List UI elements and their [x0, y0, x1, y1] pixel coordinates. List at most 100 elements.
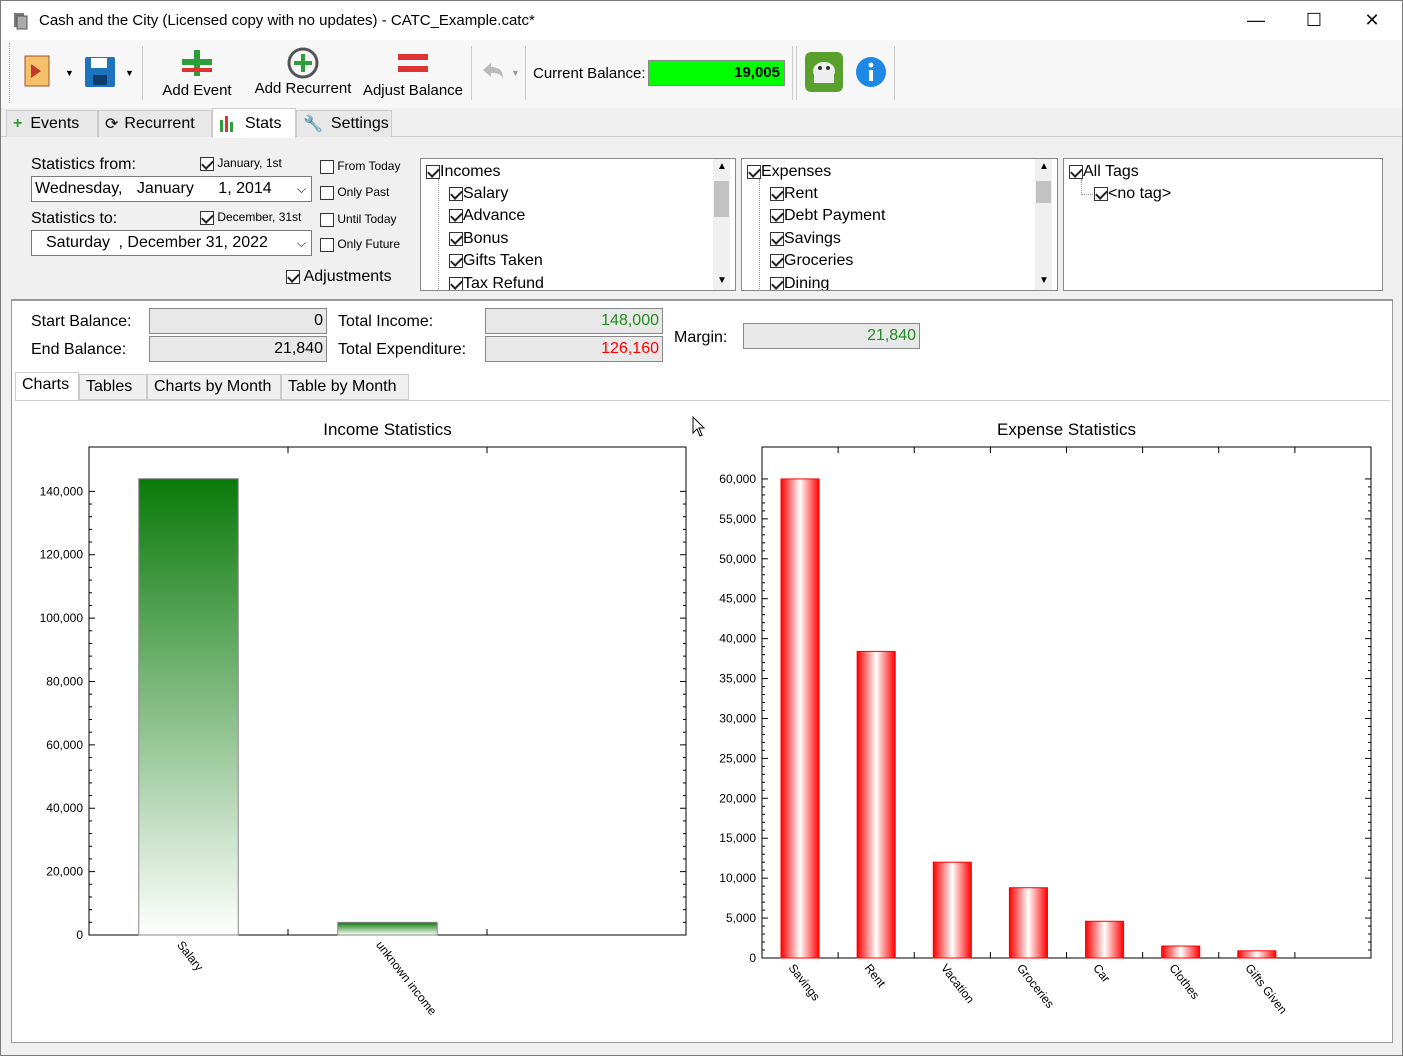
to-date-picker[interactable]: Saturday , December 31, 2022 ⌵ — [31, 230, 312, 256]
expense-item-label: Groceries — [784, 252, 854, 269]
save-dropdown-icon[interactable]: ▼ — [125, 68, 134, 78]
incomes-root-checkbox[interactable] — [426, 164, 440, 179]
undo-dropdown-icon[interactable]: ▼ — [511, 68, 520, 78]
scroll-up-icon[interactable]: ▲ — [717, 161, 727, 172]
adjustments-checkbox[interactable] — [286, 269, 300, 284]
subtab-charts[interactable]: Charts — [15, 372, 79, 400]
from-check[interactable]: January, 1st — [200, 156, 282, 171]
android-icon — [805, 52, 843, 92]
expense-checkbox[interactable] — [770, 253, 784, 268]
income-item[interactable]: Bonus — [449, 230, 508, 248]
expense-checkbox[interactable] — [770, 276, 784, 290]
from-checkbox[interactable] — [200, 156, 214, 171]
expense-item[interactable]: Rent — [770, 185, 818, 203]
total-expenditure-label: Total Expenditure: — [338, 341, 467, 358]
tag-item[interactable]: <no tag> — [1094, 185, 1171, 203]
expense-item[interactable]: Groceries — [770, 252, 853, 270]
add-recurrent-button[interactable]: Add Recurrent — [253, 46, 353, 97]
subtab-tables[interactable]: Tables — [79, 374, 147, 400]
scroll-thumb[interactable] — [1036, 181, 1051, 203]
end-balance-label: End Balance: — [31, 341, 127, 358]
open-dropdown-icon[interactable]: ▼ — [65, 68, 74, 78]
income-checkbox[interactable] — [449, 186, 463, 201]
only-past-option[interactable]: Only Past — [320, 185, 389, 200]
open-button[interactable] — [21, 52, 57, 95]
to-checkbox[interactable] — [200, 210, 214, 225]
expense-checkbox[interactable] — [770, 186, 784, 201]
incomes-tree[interactable]: Incomes Salary Advance Bonus Gifts Taken… — [420, 158, 736, 291]
bar — [138, 478, 239, 936]
income-item[interactable]: Tax Refund — [449, 275, 544, 290]
tab-settings[interactable]: 🔧 Settings — [296, 110, 392, 137]
info-button[interactable] — [855, 56, 887, 93]
expenses-root-label: Expenses — [761, 163, 832, 180]
tags-root-checkbox[interactable] — [1069, 164, 1083, 179]
until-today-option[interactable]: Until Today — [320, 212, 397, 227]
scroll-up-icon[interactable]: ▲ — [1039, 161, 1049, 172]
bar — [780, 478, 820, 959]
income-item[interactable]: Advance — [449, 207, 525, 225]
income-checkbox[interactable] — [449, 231, 463, 246]
income-item[interactable]: Salary — [449, 185, 508, 203]
from-today-option[interactable]: From Today — [320, 159, 400, 174]
until-today-checkbox[interactable] — [320, 212, 334, 227]
expense-item[interactable]: Savings — [770, 230, 841, 248]
to-date-rest: , December 31, 2022 — [118, 234, 268, 251]
incomes-scrollbar[interactable]: ▲ ▼ — [713, 159, 730, 290]
from-date-picker[interactable]: Wednesday, January 1, 2014 ⌵ — [31, 176, 312, 202]
expenses-scrollbar[interactable]: ▲ ▼ — [1035, 159, 1052, 290]
expense-checkbox[interactable] — [770, 231, 784, 246]
add-recurrent-label: Add Recurrent — [254, 80, 352, 97]
chevron-down-icon[interactable]: ⌵ — [297, 231, 306, 255]
to-check[interactable]: December, 31st — [200, 210, 301, 225]
minimize-button[interactable]: — — [1227, 1, 1285, 40]
x-tick-label: Groceries — [1014, 961, 1057, 1011]
expense-item-label: Dining — [784, 275, 830, 291]
to-check-label: December, 31st — [217, 210, 302, 224]
close-button[interactable]: ✕ — [1343, 1, 1401, 40]
adjustments-option[interactable]: Adjustments — [286, 268, 392, 286]
add-recurrent-icon — [287, 47, 319, 79]
from-today-label: From Today — [337, 159, 401, 173]
only-past-checkbox[interactable] — [320, 185, 334, 200]
expense-checkbox[interactable] — [770, 208, 784, 223]
undo-button[interactable] — [479, 60, 507, 87]
income-item[interactable]: Gifts Taken — [449, 252, 543, 270]
expenses-tree[interactable]: Expenses Rent Debt Payment Savings Groce… — [741, 158, 1058, 291]
scroll-thumb[interactable] — [714, 181, 729, 217]
income-checkbox[interactable] — [449, 208, 463, 223]
tags-root[interactable]: All Tags — [1069, 163, 1139, 181]
adjust-balance-button[interactable]: Adjust Balance — [361, 50, 465, 99]
subtab-charts-by-month[interactable]: Charts by Month — [147, 374, 281, 400]
save-button[interactable] — [83, 55, 117, 94]
tab-stats[interactable]: Stats — [212, 108, 296, 138]
y-tick-label: 40,000 — [719, 632, 756, 646]
add-event-button[interactable]: Add Event — [159, 48, 235, 99]
y-tick-label: 15,000 — [719, 831, 756, 845]
bar — [1085, 920, 1125, 959]
android-app-button[interactable] — [804, 51, 844, 98]
tab-events[interactable]: + Events — [6, 110, 98, 137]
title-bar: Cash and the City (Licensed copy with no… — [1, 1, 1402, 40]
tab-recurrent[interactable]: ⟳ Recurrent — [98, 110, 212, 137]
expenses-root-checkbox[interactable] — [747, 164, 761, 179]
current-balance-label: Current Balance: — [533, 65, 646, 82]
expense-item[interactable]: Dining — [770, 275, 830, 291]
only-future-checkbox[interactable] — [320, 237, 334, 252]
expense-item[interactable]: Debt Payment — [770, 207, 885, 225]
subtab-table-by-month[interactable]: Table by Month — [281, 374, 409, 400]
to-date-day: Saturday — [46, 234, 111, 251]
y-tick-label: 10,000 — [719, 871, 756, 885]
chevron-down-icon[interactable]: ⌵ — [297, 177, 306, 201]
scroll-down-icon[interactable]: ▼ — [1039, 275, 1049, 286]
x-tick-label: Savings — [786, 961, 823, 1003]
tag-checkbox[interactable] — [1094, 186, 1108, 201]
from-today-checkbox[interactable] — [320, 159, 334, 174]
tags-tree[interactable]: All Tags <no tag> — [1063, 158, 1383, 291]
only-future-option[interactable]: Only Future — [320, 237, 400, 252]
scroll-down-icon[interactable]: ▼ — [717, 275, 727, 286]
maximize-button[interactable]: ☐ — [1285, 1, 1343, 40]
income-checkbox[interactable] — [449, 276, 463, 290]
income-checkbox[interactable] — [449, 253, 463, 268]
add-event-icon — [182, 50, 212, 76]
